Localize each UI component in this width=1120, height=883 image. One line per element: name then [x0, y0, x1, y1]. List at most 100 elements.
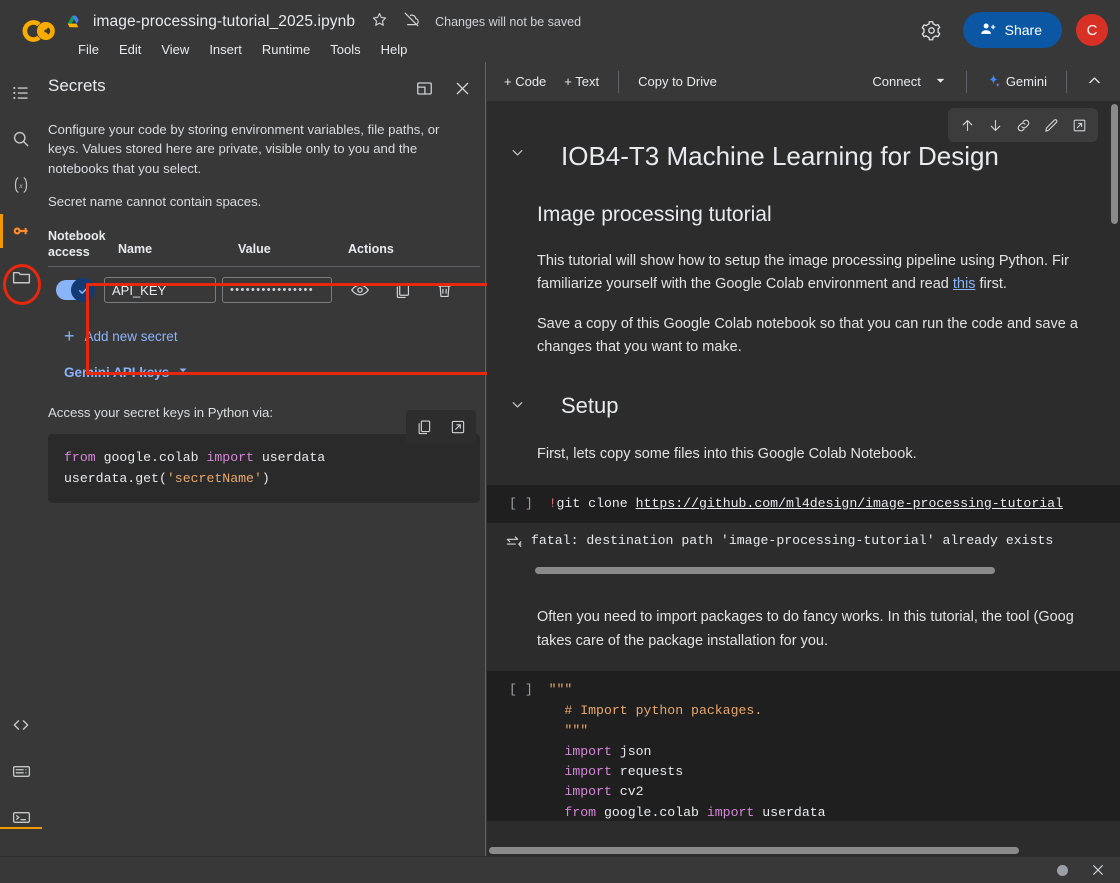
notebook-scroll-area[interactable]: IOB4-T3 Machine Learning for Design Imag…	[487, 102, 1120, 856]
secret-name-input[interactable]: API_KEY	[104, 277, 216, 303]
kw-import: import	[564, 744, 611, 759]
menu-item-insert[interactable]: Insert	[201, 40, 250, 59]
docstring-close: """	[564, 723, 588, 738]
chevron-up-icon	[1086, 72, 1103, 92]
share-button[interactable]: Share	[963, 12, 1062, 48]
toolbar-divider	[966, 71, 967, 93]
section-heading-setup: Setup	[509, 392, 1106, 420]
toc-icon[interactable]	[0, 70, 42, 116]
gemini-api-keys-dropdown[interactable]: Gemini API keys	[64, 363, 474, 381]
secret-value-input[interactable]: ••••••••••••••••	[222, 277, 332, 303]
snippet-call-pre: userdata.get(	[64, 471, 167, 486]
edit-pencil-icon[interactable]	[1038, 112, 1064, 138]
open-in-editor-icon[interactable]	[444, 413, 472, 441]
code-snippets-icon[interactable]	[0, 702, 42, 748]
files-folder-icon[interactable]	[0, 254, 42, 300]
output-horizontal-scrollbar[interactable]	[535, 567, 995, 574]
search-icon[interactable]	[0, 116, 42, 162]
notebook-access-toggle[interactable]	[56, 280, 94, 300]
markdown-cell-subtitle[interactable]: Image processing tutorial	[487, 173, 1120, 228]
star-icon[interactable]	[371, 11, 388, 33]
module-cv2: cv2	[612, 784, 644, 799]
code-cell-git-clone[interactable]: [ ] !git clone https://github.com/ml4des…	[487, 485, 1120, 523]
menu-item-runtime[interactable]: Runtime	[254, 40, 318, 59]
notebook-horizontal-scrollbar[interactable]	[489, 847, 1019, 854]
cell-run-gutter[interactable]: [ ]	[509, 682, 533, 697]
top-bar-actions: Share C	[915, 12, 1108, 48]
copy-to-drive-button[interactable]: Copy to Drive	[629, 69, 726, 94]
snippet-actions	[406, 410, 476, 444]
add-new-secret-label: Add new secret	[85, 329, 178, 344]
chevron-down-icon[interactable]	[509, 396, 526, 418]
copy-icon[interactable]	[410, 413, 438, 441]
code-cell-imports[interactable]: [ ] """ # Import python packages. """ im…	[487, 671, 1120, 821]
output-text: fatal: destination path 'image-processin…	[531, 533, 1053, 548]
page-title: IOB4-T3 Machine Learning for Design	[509, 140, 1106, 173]
avatar[interactable]: C	[1076, 14, 1108, 46]
notebook-title[interactable]: image-processing-tutorial_2025.ipynb	[93, 13, 355, 31]
markdown-cell-imports-intro[interactable]: Often you need to import packages to do …	[487, 580, 1120, 653]
add-new-secret-button[interactable]: + Add new secret	[64, 327, 474, 345]
notebook-title-row: image-processing-tutorial_2025.ipynb Cha…	[66, 10, 581, 34]
move-cell-up-icon[interactable]	[954, 112, 980, 138]
column-header-name: Name	[118, 229, 238, 256]
snippet-symbol: userdata	[254, 450, 325, 465]
delete-trash-icon[interactable]	[430, 276, 458, 304]
kw-import: import	[564, 764, 611, 779]
person-add-icon	[979, 20, 997, 41]
module-json: json	[612, 744, 652, 759]
secrets-description: Configure your code by storing environme…	[48, 120, 472, 178]
add-code-cell-button[interactable]: + Code	[495, 69, 555, 94]
repo-url[interactable]: https://github.com/ml4design/image-proce…	[636, 496, 1063, 511]
open-in-new-tab-icon[interactable]	[1066, 112, 1092, 138]
top-bar: image-processing-tutorial_2025.ipynb Cha…	[0, 0, 1120, 62]
plus-icon: +	[64, 327, 75, 345]
paragraph-line: Often you need to import packages to do …	[509, 606, 1106, 629]
column-header-actions: Actions	[348, 229, 468, 256]
markdown-cell-intro[interactable]: This tutorial will show how to setup the…	[487, 228, 1120, 297]
open-in-new-window-icon[interactable]	[410, 74, 438, 102]
paragraph-line: Save a copy of this Google Colab noteboo…	[509, 313, 1106, 336]
status-dot-icon[interactable]	[1057, 865, 1068, 876]
gemini-button[interactable]: Gemini	[977, 68, 1056, 96]
svg-text:x: x	[18, 181, 23, 190]
connect-button[interactable]: Connect	[863, 69, 955, 95]
add-text-cell-button[interactable]: + Text	[555, 69, 608, 94]
paragraph-line: First, lets copy some files into this Go…	[509, 443, 1106, 466]
menu-item-view[interactable]: View	[153, 40, 197, 59]
gear-icon[interactable]	[915, 13, 949, 47]
menu-item-help[interactable]: Help	[373, 40, 416, 59]
notebook-area: + Code + Text Copy to Drive Connect	[487, 62, 1120, 856]
docstring-open: """	[549, 682, 573, 697]
collapse-toolbar-button[interactable]	[1077, 67, 1112, 97]
markdown-cell-copy-files[interactable]: First, lets copy some files into this Go…	[487, 419, 1120, 466]
module-google-colab: google.colab	[596, 805, 707, 820]
copy-icon[interactable]	[388, 276, 416, 304]
close-icon[interactable]	[448, 74, 476, 102]
toolbar-divider	[1066, 71, 1067, 93]
connect-label: Connect	[872, 74, 920, 89]
markdown-cell-save-copy[interactable]: Save a copy of this Google Colab noteboo…	[487, 297, 1120, 360]
move-cell-down-icon[interactable]	[982, 112, 1008, 138]
secrets-key-icon[interactable]	[0, 208, 42, 254]
eye-icon[interactable]	[346, 276, 374, 304]
this-link[interactable]: this	[953, 276, 976, 292]
command-palette-icon[interactable]	[0, 748, 42, 794]
variables-icon[interactable]: x	[0, 162, 42, 208]
close-icon[interactable]	[1090, 862, 1106, 878]
secrets-table-header: Notebook access Name Value Actions	[48, 225, 480, 267]
colab-logo[interactable]	[14, 16, 56, 46]
markdown-cell-setup[interactable]: Setup	[487, 360, 1120, 420]
cell-run-gutter[interactable]: [ ]	[509, 496, 533, 511]
menu-item-tools[interactable]: Tools	[322, 40, 368, 59]
terminal-icon[interactable]	[0, 794, 42, 840]
menu-item-file[interactable]: File	[70, 40, 107, 59]
snippet-kw-from: from	[64, 450, 96, 465]
secrets-panel-body: Configure your code by storing environme…	[42, 114, 486, 856]
cell-toolbar	[948, 108, 1098, 142]
section-heading-image-processing: Image processing tutorial	[509, 201, 1106, 228]
chevron-down-icon	[934, 74, 947, 90]
chevron-down-icon[interactable]	[509, 144, 526, 166]
menu-item-edit[interactable]: Edit	[111, 40, 149, 59]
link-icon[interactable]	[1010, 112, 1036, 138]
